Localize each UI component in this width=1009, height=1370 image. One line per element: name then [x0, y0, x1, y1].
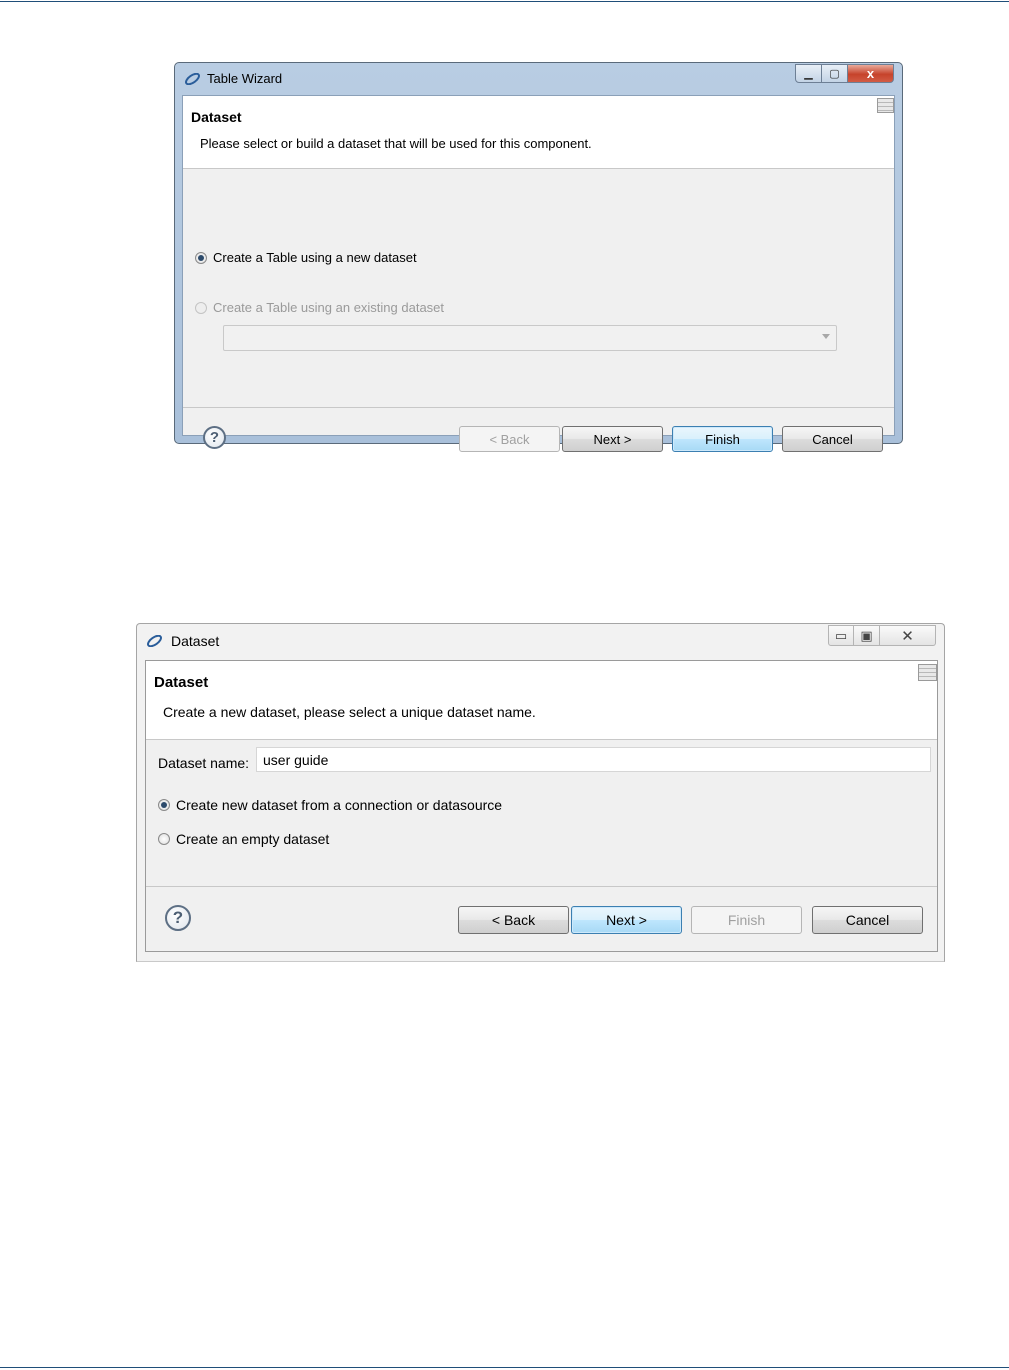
eclipse-logo-icon: [184, 73, 201, 85]
banner-description: Create a new dataset, please select a un…: [163, 704, 536, 720]
wizard-banner: Dataset Please select or build a dataset…: [183, 96, 894, 169]
banner-image-icon: [918, 664, 937, 681]
option-label: Create a Table using an existing dataset: [213, 300, 445, 315]
wizard-banner: Dataset Create a new dataset, please sel…: [146, 661, 937, 740]
finish-button[interactable]: Finish: [691, 906, 802, 934]
chevron-down-icon: [822, 334, 830, 339]
banner-title: Dataset: [154, 674, 209, 691]
back-button[interactable]: < Back: [459, 426, 560, 452]
table-wizard-dialog: Table Wizard ▁ ▢ x Dataset Please select…: [174, 62, 903, 452]
minimize-button[interactable]: ▁: [795, 64, 822, 83]
page-top-rule: [0, 1, 1009, 2]
option-from-connection[interactable]: Create new dataset from a connection or …: [158, 797, 502, 813]
window-title: Dataset: [171, 633, 220, 649]
window-title: Table Wizard: [207, 71, 283, 86]
minimize-button[interactable]: ▭: [828, 625, 854, 646]
dialog-body: Dataset Create a new dataset, please sel…: [145, 660, 938, 952]
window-controls: ▭ ▣ ✕: [828, 625, 936, 646]
finish-button[interactable]: Finish: [672, 426, 773, 452]
radio-new-dataset[interactable]: [195, 251, 207, 264]
radio-existing-dataset: [195, 301, 207, 314]
eclipse-logo-icon: [146, 635, 163, 647]
dialog-body: Dataset Please select or build a dataset…: [182, 95, 895, 452]
banner-image-icon: [877, 98, 894, 113]
radio-from-connection[interactable]: [158, 799, 170, 811]
title-bar[interactable]: Dataset ▭ ▣ ✕: [137, 624, 944, 658]
page-bottom-rule: [0, 1367, 1009, 1368]
option-label: Create an empty dataset: [176, 831, 330, 847]
option-new-dataset[interactable]: Create a Table using a new dataset: [195, 250, 417, 265]
cancel-button[interactable]: Cancel: [782, 426, 883, 452]
banner-description: Please select or build a dataset that wi…: [200, 136, 592, 151]
button-bar-separator: [183, 407, 894, 408]
existing-dataset-combo: [223, 325, 837, 351]
title-bar[interactable]: Table Wizard ▁ ▢ x: [175, 63, 902, 95]
next-button[interactable]: Next >: [562, 426, 663, 452]
option-label: Create new dataset from a connection or …: [176, 797, 503, 813]
option-label: Create a Table using a new dataset: [213, 250, 417, 265]
dataset-name-field[interactable]: user guide: [256, 747, 931, 772]
next-button[interactable]: Next >: [571, 906, 682, 934]
dataset-name-label: Dataset name:: [158, 755, 250, 771]
option-existing-dataset: Create a Table using an existing dataset: [195, 300, 444, 315]
help-icon[interactable]: ?: [203, 426, 226, 449]
maximize-button[interactable]: ▣: [854, 625, 880, 646]
dataset-dialog: Dataset ▭ ▣ ✕ Dataset Create a new datas…: [136, 623, 945, 962]
maximize-button[interactable]: ▢: [822, 64, 848, 83]
window-controls: ▁ ▢ x: [795, 64, 894, 83]
banner-title: Dataset: [191, 109, 242, 125]
button-bar-separator: [146, 886, 937, 887]
close-button[interactable]: ✕: [880, 625, 936, 646]
back-button[interactable]: < Back: [458, 906, 569, 934]
option-empty-dataset[interactable]: Create an empty dataset: [158, 831, 329, 847]
radio-empty-dataset[interactable]: [158, 833, 170, 845]
cancel-button[interactable]: Cancel: [812, 906, 923, 934]
close-button[interactable]: x: [848, 64, 894, 83]
help-icon[interactable]: ?: [165, 905, 191, 931]
